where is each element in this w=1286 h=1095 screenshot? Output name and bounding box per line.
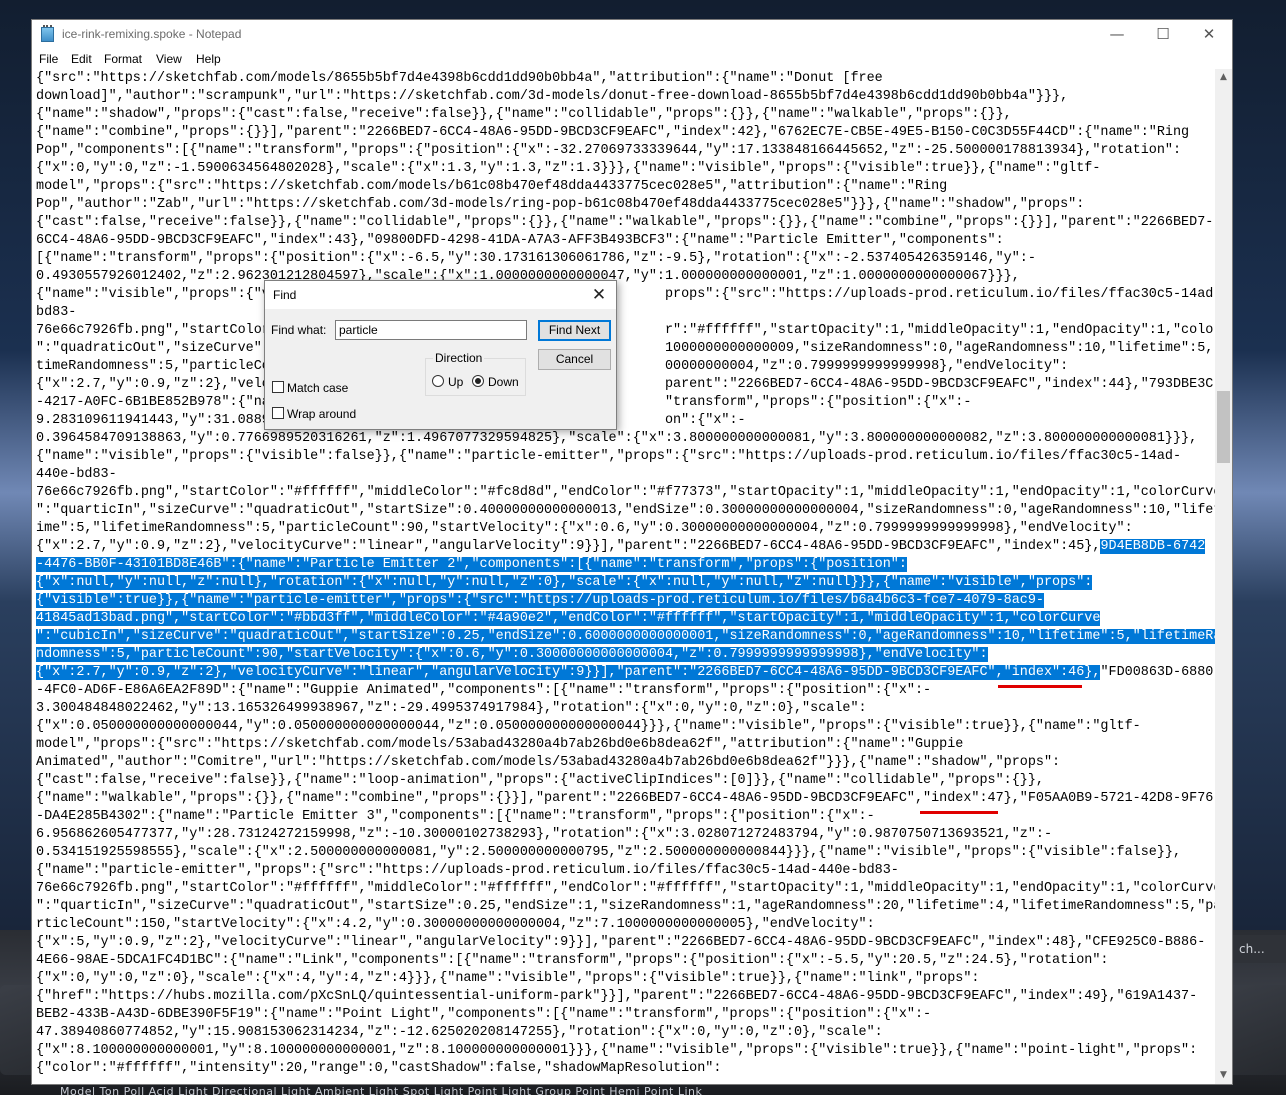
wrap-around-checkbox[interactable] xyxy=(272,407,284,419)
annotation-underline-index-47 xyxy=(920,811,998,814)
find-title: Find xyxy=(273,288,297,302)
menu-help[interactable]: Help xyxy=(196,52,221,66)
menu-format[interactable]: Format xyxy=(104,52,142,66)
find-title-bar[interactable]: Find ✕ xyxy=(265,281,616,309)
direction-up-label: Up xyxy=(448,375,464,389)
menu-view[interactable]: View xyxy=(156,52,182,66)
background-tile-labels: Model Ton Poll Acid Light Directional Li… xyxy=(60,1085,703,1095)
direction-down-radio[interactable] xyxy=(472,375,484,387)
maximize-button[interactable]: ☐ xyxy=(1140,20,1186,49)
background-search-box[interactable]: ch... xyxy=(1233,935,1286,963)
match-case-label: Match case xyxy=(287,381,349,395)
minimize-button[interactable]: — xyxy=(1094,20,1140,49)
window-title: ice-rink-remixing.spoke - Notepad xyxy=(62,27,242,41)
scroll-thumb[interactable] xyxy=(1217,391,1230,463)
notepad-icon xyxy=(41,25,54,42)
scroll-up-arrow-icon[interactable]: ▲ xyxy=(1215,69,1232,86)
annotation-underline-index-46 xyxy=(998,685,1082,688)
match-case-checkbox[interactable] xyxy=(272,381,284,393)
find-what-input[interactable] xyxy=(335,320,527,340)
find-close-icon[interactable]: ✕ xyxy=(587,283,611,307)
menu-bar: File Edit Format View Help xyxy=(32,49,1232,69)
document-text[interactable]: {"src":"https://sketchfab.com/models/865… xyxy=(36,70,1215,1078)
find-dialog: Find ✕ Find what: Find Next Cancel Direc… xyxy=(264,280,617,430)
find-what-label: Find what: xyxy=(271,323,327,337)
menu-file[interactable]: File xyxy=(39,52,58,66)
vertical-scrollbar[interactable]: ▲ ▼ xyxy=(1215,69,1232,1084)
wrap-around-label: Wrap around xyxy=(287,407,357,421)
direction-up-radio[interactable] xyxy=(432,375,444,387)
title-bar[interactable]: ice-rink-remixing.spoke - Notepad — ☐ ✕ xyxy=(32,20,1232,49)
direction-down-label: Down xyxy=(488,375,519,389)
direction-label: Direction xyxy=(433,351,485,365)
cancel-button[interactable]: Cancel xyxy=(538,349,611,370)
scroll-down-arrow-icon[interactable]: ▼ xyxy=(1215,1067,1232,1084)
notepad-window: ice-rink-remixing.spoke - Notepad — ☐ ✕ … xyxy=(31,19,1233,1085)
close-button[interactable]: ✕ xyxy=(1186,20,1232,49)
find-next-button[interactable]: Find Next xyxy=(538,320,611,341)
menu-edit[interactable]: Edit xyxy=(71,52,92,66)
text-editor[interactable]: {"src":"https://sketchfab.com/models/865… xyxy=(32,69,1215,1084)
